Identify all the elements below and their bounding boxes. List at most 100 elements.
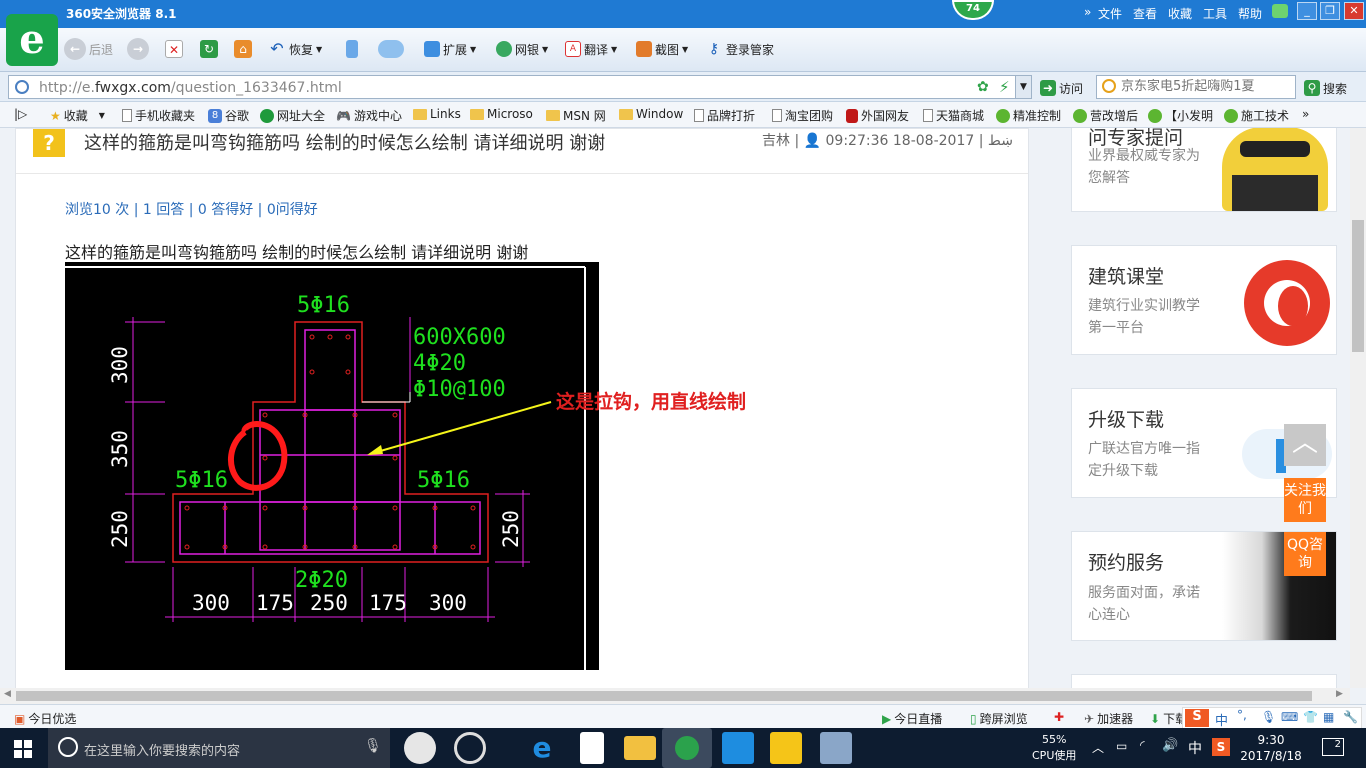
qq-consult-button[interactable]: QQ咨询 <box>1284 532 1326 576</box>
clock[interactable]: 9:30 2017/8/18 <box>1240 732 1302 764</box>
login-manager-button[interactable]: ⚷ 登录管家 <box>705 38 774 60</box>
cloud-button[interactable] <box>378 38 404 60</box>
bookmark-precise[interactable]: 精准控制 <box>996 107 1061 124</box>
tray-ime[interactable]: 中 <box>1188 738 1202 758</box>
bookmark-microsoft[interactable]: Microso <box>470 107 533 121</box>
phone-button[interactable] <box>346 38 358 60</box>
sidebar-card-more[interactable] <box>1071 674 1337 688</box>
scroll-right-icon[interactable]: ▶ <box>1336 689 1343 699</box>
skin-icon[interactable]: 👕 <box>1303 710 1318 724</box>
cross-screen[interactable]: ▯ 跨屏浏览 <box>970 710 1028 727</box>
extend-button[interactable]: 扩展 ▼ <box>424 38 476 60</box>
sidebar-toggle-icon[interactable]: |▷ <box>14 107 27 121</box>
app-plus-icon[interactable] <box>722 732 754 764</box>
notification-center-icon[interactable]: 2 <box>1322 738 1344 756</box>
menu-view[interactable]: 查看 <box>1133 5 1157 22</box>
question-user[interactable]: ښط <box>988 133 1013 149</box>
bookmark-favorites[interactable]: ★ 收藏 ▼ <box>50 107 105 124</box>
search-box[interactable] <box>1096 75 1296 99</box>
accelerator[interactable]: ✈ 加速器 <box>1084 710 1133 727</box>
security-icon[interactable]: ✿ <box>977 79 989 95</box>
more-bookmarks-icon[interactable]: » <box>1302 107 1309 121</box>
bookmark-foreign[interactable]: 外国网友 <box>846 107 909 124</box>
scroll-thumb[interactable] <box>1352 220 1364 352</box>
close-button[interactable]: ✕ <box>1344 2 1364 20</box>
bookmark-links[interactable]: Links <box>413 107 461 121</box>
bookmark-mobile[interactable]: 手机收藏夹 <box>122 107 195 124</box>
sidebar-card-expert[interactable]: 问专家提问 业界最权威专家为您解答 <box>1071 128 1337 212</box>
bank-button[interactable]: 网银 ▼ <box>496 38 548 60</box>
home-button[interactable]: ⌂ <box>234 38 252 60</box>
minimize-button[interactable]: _ <box>1297 2 1317 20</box>
bookmark-sites[interactable]: 网址大全 <box>260 107 325 124</box>
bookmark-brand-sale[interactable]: 品牌打折 <box>694 107 755 124</box>
go-button[interactable]: ➜ 访问 <box>1040 77 1083 99</box>
search-input[interactable] <box>1121 79 1291 94</box>
bookmark-vat[interactable]: 营改增后 <box>1073 107 1138 124</box>
bookmark-construction[interactable]: 施工技术 <box>1224 107 1289 124</box>
bookmark-google[interactable]: 8 谷歌 <box>208 107 249 124</box>
microphone-icon[interactable]: 🎙 <box>364 738 382 754</box>
restore-button[interactable]: ↶ 恢复 ▼ <box>268 38 322 60</box>
scroll-left-icon[interactable]: ◀ <box>4 689 11 699</box>
menu-favorites[interactable]: 收藏 <box>1168 5 1192 22</box>
lightning-icon[interactable]: ⚡ <box>999 78 1010 96</box>
back-button[interactable]: ← 后退 <box>64 38 113 60</box>
search-button[interactable]: ⚲ 搜索 <box>1304 77 1347 99</box>
today-live[interactable]: ▶ 今日直播 <box>882 710 942 727</box>
windows-start-icon[interactable] <box>14 740 32 758</box>
keyboard-icon[interactable]: ⌨ <box>1281 710 1298 724</box>
bookmark-invention[interactable]: 【小发明 <box>1148 107 1213 124</box>
volume-icon[interactable]: 🔊 <box>1162 738 1178 753</box>
menu-tools[interactable]: 工具 <box>1203 5 1227 22</box>
app-edge-icon[interactable]: e <box>526 732 558 764</box>
app-monitor-icon[interactable] <box>820 732 852 764</box>
app-explorer-icon[interactable] <box>624 736 656 760</box>
menu-help[interactable]: 帮助 <box>1238 5 1262 22</box>
wrench-icon[interactable]: 🔧 <box>1343 710 1358 724</box>
tray-chevron-icon[interactable]: ︿ <box>1092 739 1104 756</box>
ime-toolbar[interactable]: S 中 °, 🎙 ⌨ 👕 ▦ 🔧 <box>1182 707 1362 729</box>
wifi-icon[interactable]: ◜ <box>1140 738 1145 752</box>
sogou-tray-icon[interactable]: S <box>1212 738 1230 756</box>
today-picks[interactable]: ▣ 今日优选 <box>14 710 76 727</box>
cpu-meter[interactable]: 55% CPU使用 <box>1032 732 1076 764</box>
tray-device-icon[interactable]: ▭ <box>1116 739 1127 753</box>
follow-us-button[interactable]: 关注我们 <box>1284 478 1326 522</box>
bookmark-tmall[interactable]: 天猫商城 <box>923 107 984 124</box>
url-dropdown-icon[interactable]: ▼ <box>1015 76 1031 98</box>
search-engine-icon[interactable] <box>1102 79 1116 93</box>
maximize-button[interactable]: ❐ <box>1320 2 1340 20</box>
url-text[interactable]: http://e.fwxgx.com/question_1633467.html <box>39 80 342 96</box>
app-pinwheel-icon[interactable] <box>404 732 436 764</box>
bookmark-taobao[interactable]: 淘宝团购 <box>772 107 833 124</box>
app-browser360-icon[interactable] <box>454 732 486 764</box>
browser-logo[interactable]: e <box>6 14 58 66</box>
screenshot-button[interactable]: 截图 ▼ <box>636 38 688 60</box>
mic-icon[interactable]: 🎙 <box>1261 710 1276 724</box>
skin-icon[interactable] <box>1272 4 1288 18</box>
forward-button[interactable]: → <box>127 38 149 60</box>
question-stats[interactable]: 浏览10 次 | 1 回答 | 0 答得好 | 0问得好 <box>65 199 318 219</box>
bookmark-windows[interactable]: Window <box>619 107 683 121</box>
stop-button[interactable]: ✕ <box>165 38 183 60</box>
punct-icon[interactable]: °, <box>1237 708 1247 722</box>
app-active-browser[interactable] <box>662 728 712 768</box>
address-bar[interactable]: http://e.fwxgx.com/question_1633467.html… <box>8 75 1032 99</box>
refresh-button[interactable]: ↻ <box>200 38 218 60</box>
ime-mode[interactable]: 中 <box>1215 710 1228 729</box>
cad-drawing[interactable]: 5Φ16 5Φ16 5Φ16 2Φ20 600X600 4Φ20 Φ10@100… <box>65 262 599 670</box>
app-store-icon[interactable] <box>580 732 604 764</box>
translate-button[interactable]: A 翻译 ▼ <box>565 38 617 60</box>
grid-icon[interactable]: ▦ <box>1323 710 1334 724</box>
sidebar-card-classroom[interactable]: 建筑课堂 建筑行业实训教学第一平台 <box>1071 245 1337 355</box>
vertical-scrollbar[interactable] <box>1350 128 1366 688</box>
medical-icon[interactable]: ✚ <box>1054 710 1064 724</box>
taskbar-search[interactable]: 在这里输入你要搜索的内容 🎙 <box>48 728 390 768</box>
menu-file[interactable]: 文件 <box>1098 5 1122 22</box>
app-notes-icon[interactable] <box>770 732 802 764</box>
scroll-thumb[interactable] <box>16 691 1312 701</box>
bookmark-msn[interactable]: MSN 网 <box>546 107 606 124</box>
horizontal-scrollbar[interactable]: ◀ ▶ <box>0 688 1350 704</box>
bookmark-games[interactable]: 🎮 游戏中心 <box>336 107 402 124</box>
